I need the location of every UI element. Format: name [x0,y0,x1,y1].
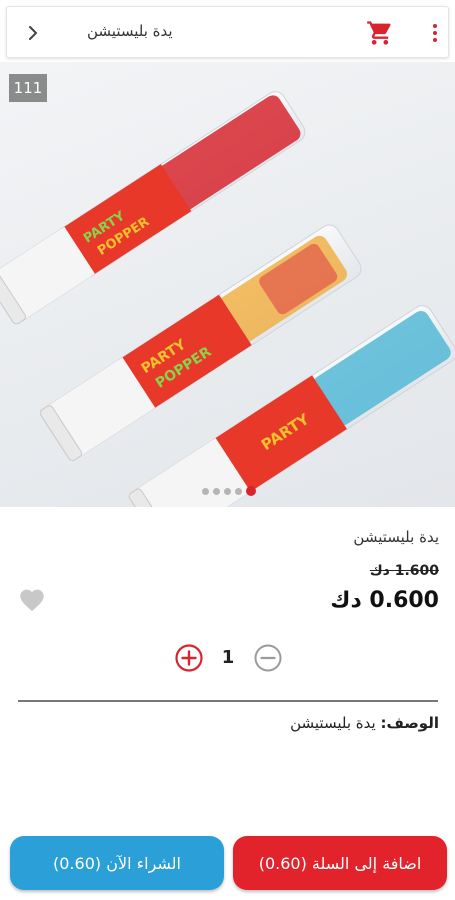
product-image: PARTY POPPER PARTY POPPER PARTY [0,91,455,507]
current-price: 0.600 دك [330,588,439,613]
carousel-dot[interactable] [235,487,242,495]
quantity-value: 1 [221,647,235,668]
carousel-dot[interactable] [202,487,209,495]
more-vert-icon [433,24,437,28]
product-page: يدة بليستيشن PARTY POPPER PARTY POPPER P… [0,0,455,900]
add-to-cart-button[interactable]: اضافة إلى السلة (0.60) [233,836,447,890]
chevron-right-icon [29,26,37,40]
app-bar: يدة بليستيشن [6,6,449,58]
product-name: يدة بليستيشن [353,528,439,546]
decrease-button[interactable] [253,643,283,673]
favorite-button[interactable] [18,586,46,612]
product-image-carousel[interactable]: PARTY POPPER PARTY POPPER PARTY 111 [0,62,455,507]
description-text: يدة بليستيشن [290,714,376,732]
description-label: الوصف: [380,714,439,732]
more-menu-button[interactable] [427,21,443,45]
quantity-stepper: 1 [0,642,455,674]
carousel-dot[interactable] [224,487,231,495]
increase-button[interactable] [174,643,204,673]
plus-circle-icon [175,644,203,672]
shopping-cart-icon [367,21,391,45]
carousel-dot[interactable] [213,487,220,495]
divider [18,700,438,702]
back-button[interactable] [21,21,45,45]
carousel-indicator[interactable] [202,486,256,496]
minus-circle-icon [254,644,282,672]
cart-button[interactable] [365,19,395,47]
image-badge: 111 [9,74,47,102]
product-description: الوصف: يدة بليستيشن [290,714,439,732]
buy-now-button[interactable]: الشراء الآن (0.60) [10,836,224,890]
old-price: 1.600 دك [369,563,439,579]
page-title: يدة بليستيشن [87,22,173,40]
carousel-dot-active[interactable] [246,486,256,496]
heart-icon [20,589,44,612]
